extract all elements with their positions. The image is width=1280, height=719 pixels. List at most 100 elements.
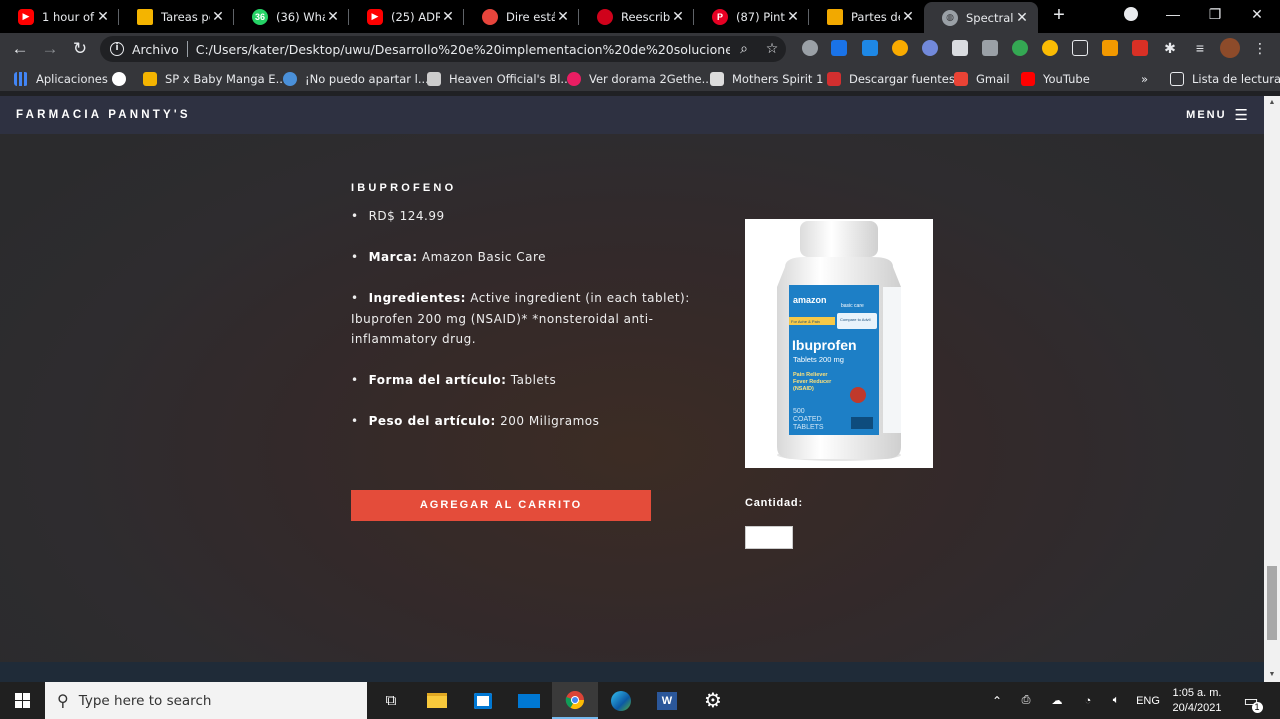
menu-button[interactable]: MENU ☰: [1186, 106, 1248, 124]
close-icon[interactable]: ✕: [900, 8, 916, 25]
scroll-down-icon[interactable]: ▼: [1264, 668, 1280, 682]
add-to-cart-button[interactable]: AGREGAR AL CARRITO: [351, 490, 651, 521]
discord-icon[interactable]: [922, 40, 938, 56]
back-button[interactable]: ←: [8, 37, 32, 61]
bookmark-gmail[interactable]: Gmail: [954, 70, 1010, 88]
bookmark-heaven[interactable]: Heaven Official's Bl...: [427, 70, 571, 88]
forward-button[interactable]: →: [38, 37, 62, 61]
bookmark-apps[interactable]: Aplicaciones: [14, 70, 108, 88]
show-hidden-icons[interactable]: ⌃: [986, 682, 1008, 719]
svg-text:For Ache & Pain: For Ache & Pain: [791, 319, 820, 324]
tab-pinterest[interactable]: P (87) Pinter ✕: [694, 0, 809, 33]
new-tab-button[interactable]: +: [1048, 4, 1070, 26]
address-url[interactable]: C:/Users/kater/Desktop/uwu/Desarrollo%20…: [196, 42, 730, 57]
bookmark-google[interactable]: [112, 70, 134, 88]
chrome-button[interactable]: [552, 682, 598, 719]
tab-youtube-2[interactable]: ▶ (25) ADRIE ✕: [349, 0, 464, 33]
close-icon[interactable]: ✕: [440, 8, 456, 25]
svg-text:basic care: basic care: [841, 303, 864, 309]
onedrive-icon[interactable]: ☁: [1044, 682, 1070, 719]
address-bar[interactable]: i Archivo C:/Users/kater/Desktop/uwu/Des…: [100, 36, 786, 62]
extension-icon[interactable]: [982, 40, 998, 56]
page-viewport: FARMACIA PANNTY'S MENU ☰ IBUPROFENO RD$ …: [0, 96, 1264, 682]
restore-button[interactable]: ❐: [1194, 0, 1236, 30]
tab-title: (25) ADRIE: [391, 9, 440, 24]
tab-classroom[interactable]: Tareas pen ✕: [119, 0, 234, 33]
extension-icon[interactable]: [1132, 40, 1148, 56]
tab-partes[interactable]: Partes del ✕: [809, 0, 924, 33]
more-icon[interactable]: ⋮: [1252, 40, 1268, 56]
bookmark-manga-2[interactable]: ¡No puedo apartar l...: [283, 70, 429, 88]
close-icon[interactable]: ✕: [785, 8, 801, 25]
scroll-up-icon[interactable]: ▲: [1264, 96, 1280, 110]
file-explorer-button[interactable]: [414, 682, 460, 719]
extension-icon[interactable]: [831, 40, 847, 56]
bookmark-dorama[interactable]: Ver dorama 2Gethe...: [567, 70, 713, 88]
tab-spectral-active[interactable]: ◍ Spectral by ✕: [924, 2, 1038, 33]
language-indicator[interactable]: ENG: [1132, 682, 1164, 719]
close-icon[interactable]: ✕: [1014, 9, 1030, 26]
meet-now-icon[interactable]: ⎙: [1015, 682, 1037, 719]
page-scrollbar[interactable]: ▲ ▼: [1264, 96, 1280, 682]
clock[interactable]: 1:05 a. m. 20/4/2021: [1166, 682, 1228, 719]
quantity-input[interactable]: [745, 526, 793, 549]
tab-dire[interactable]: Dire está c ✕: [464, 0, 579, 33]
crown-icon[interactable]: [892, 40, 908, 56]
search-icon[interactable]: ⌕: [730, 41, 758, 57]
svg-text:Ibuprofen: Ibuprofen: [792, 337, 857, 353]
extension-icon[interactable]: [1072, 40, 1088, 56]
tab-search-button[interactable]: [1110, 0, 1152, 30]
edge-icon: [611, 690, 631, 711]
reading-list-icon[interactable]: ≡: [1192, 40, 1208, 56]
book-icon: [427, 72, 441, 86]
manga-icon: [283, 72, 297, 86]
scrollbar-thumb[interactable]: [1267, 566, 1277, 640]
bookmark-label: Aplicaciones: [36, 72, 108, 86]
extension-icon[interactable]: [952, 40, 968, 56]
close-icon[interactable]: ✕: [325, 8, 341, 25]
store-button[interactable]: [460, 682, 506, 719]
close-icon[interactable]: ✕: [670, 8, 686, 25]
bookmarks-overflow-button[interactable]: »: [1141, 70, 1148, 88]
tab-whatsapp[interactable]: 36 (36) Whats ✕: [234, 0, 349, 33]
star-icon[interactable]: ☆: [758, 41, 786, 57]
bookmark-manga-1[interactable]: SP x Baby Manga E...: [143, 70, 287, 88]
wifi-icon[interactable]: ◔: [1076, 682, 1100, 719]
task-view-button[interactable]: ⧉: [368, 682, 414, 719]
reload-button[interactable]: ↻: [68, 37, 92, 61]
extension-icon[interactable]: [1012, 40, 1028, 56]
settings-button[interactable]: ⚙: [690, 682, 736, 719]
bookmark-mothers-spirit[interactable]: Mothers Spirit 1: [710, 70, 823, 88]
minimize-button[interactable]: —: [1152, 0, 1194, 30]
notifications-button[interactable]: ▭ 1: [1236, 682, 1266, 719]
puzzle-icon[interactable]: ✱: [1162, 40, 1178, 56]
info-icon[interactable]: i: [110, 42, 124, 56]
extension-icon[interactable]: [1042, 40, 1058, 56]
bookmark-label: Heaven Official's Bl...: [449, 72, 572, 86]
close-icon[interactable]: ✕: [95, 8, 111, 25]
extension-icon[interactable]: [862, 40, 878, 56]
bookmark-youtube[interactable]: YouTube: [1021, 70, 1090, 88]
close-icon[interactable]: ✕: [555, 8, 571, 25]
edge-button[interactable]: [598, 682, 644, 719]
taskbar-search[interactable]: ⚲ Type here to search: [45, 682, 367, 719]
tab-reverso[interactable]: Reescribe, ✕: [579, 0, 694, 33]
mail-button[interactable]: [506, 682, 552, 719]
close-window-button[interactable]: ✕: [1236, 0, 1278, 30]
chevron-down-icon: [1124, 7, 1138, 22]
tab-youtube-1[interactable]: ▶ 1 hour of l ✕: [0, 0, 119, 33]
start-button[interactable]: [0, 682, 45, 719]
folder-icon: [427, 693, 447, 708]
site-title[interactable]: FARMACIA PANNTY'S: [16, 109, 191, 121]
avatar[interactable]: [1220, 38, 1240, 58]
volume-icon[interactable]: 🔈︎: [1104, 682, 1128, 719]
detail-item: Forma del artículo: Tablets: [351, 370, 711, 391]
bookmark-label: YouTube: [1043, 72, 1090, 86]
reading-list-button[interactable]: Lista de lectura: [1170, 70, 1280, 88]
close-icon[interactable]: ✕: [210, 8, 226, 25]
word-button[interactable]: W: [644, 682, 690, 719]
hamburger-icon: ☰: [1234, 107, 1248, 124]
bookmark-fuentes[interactable]: Descargar fuentes: [827, 70, 955, 88]
extension-icon[interactable]: [1102, 40, 1118, 56]
extension-icon[interactable]: [802, 40, 818, 56]
